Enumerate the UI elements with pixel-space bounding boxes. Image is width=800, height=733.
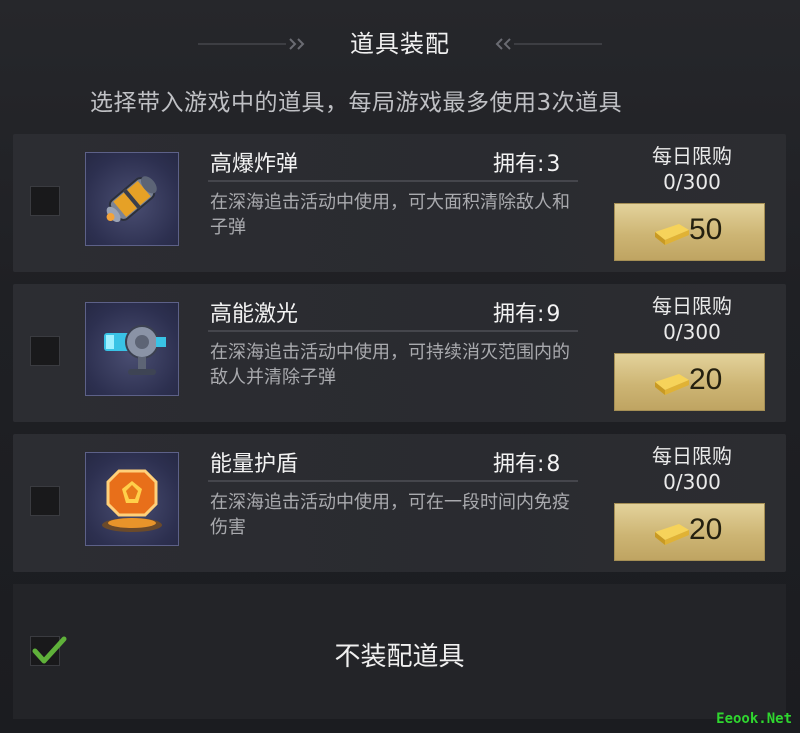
price-value: 20 — [689, 513, 723, 546]
laser-icon — [104, 325, 166, 375]
item-equip-panel: 道具装配 选择带入游戏中的道具，每局游戏最多使用3次道具 高爆炸弹 拥有:3 在… — [0, 0, 800, 733]
item-row-laser: 高能激光 拥有:9 在深海追击活动中使用，可持续消灭范围内的敌人并清除子弹 每日… — [13, 284, 786, 422]
item-checkbox[interactable] — [30, 186, 60, 216]
item-row-bomb: 高爆炸弹 拥有:3 在深海追击活动中使用，可大面积清除敌人和子弹 每日限购 0/… — [13, 134, 786, 272]
divider — [208, 330, 578, 332]
item-icon-frame — [85, 452, 179, 546]
daily-limit-label: 每日限购 — [652, 144, 732, 168]
daily-limit-label: 每日限购 — [652, 294, 732, 318]
daily-limit-count: 0/300 — [663, 470, 721, 494]
item-name: 高能激光 — [210, 302, 299, 327]
item-description: 在深海追击活动中使用，可大面积清除敌人和子弹 — [210, 192, 570, 238]
gold-bar-icon — [655, 524, 689, 545]
owned-value: 9 — [546, 302, 561, 327]
item-icon-frame — [85, 152, 179, 246]
no-item-label: 不装配道具 — [334, 642, 465, 672]
item-checkbox[interactable] — [30, 336, 60, 366]
gold-bar-icon — [655, 374, 689, 395]
panel-header: 道具装配 — [0, 22, 800, 62]
no-item-option[interactable]: 不装配道具 — [13, 584, 786, 719]
daily-limit-count: 0/300 — [663, 170, 721, 194]
owned-value: 8 — [546, 452, 561, 477]
instruction-text: 选择带入游戏中的道具，每局游戏最多使用3次道具 — [90, 90, 623, 116]
price-value: 50 — [689, 213, 723, 246]
price-value: 20 — [689, 363, 723, 396]
shield-icon — [102, 469, 162, 532]
daily-limit-label: 每日限购 — [652, 444, 732, 468]
buy-button[interactable]: 20 — [614, 503, 765, 561]
item-description: 在深海追击活动中使用，可持续消灭范围内的敌人并清除子弹 — [210, 342, 570, 388]
owned-label: 拥有: — [493, 152, 545, 177]
divider — [208, 180, 578, 182]
buy-button[interactable]: 20 — [614, 353, 765, 411]
owned-value: 3 — [546, 152, 561, 177]
owned-count: 拥有:8 — [491, 446, 560, 478]
item-icon-frame — [85, 302, 179, 396]
page-title: 道具装配 — [350, 30, 450, 58]
owned-label: 拥有: — [493, 452, 545, 477]
owned-count: 拥有:9 — [491, 296, 560, 328]
owned-count: 拥有:3 — [491, 146, 560, 178]
owned-label: 拥有: — [493, 302, 545, 327]
gold-bar-icon — [655, 224, 689, 245]
item-checkbox[interactable] — [30, 486, 60, 516]
item-row-shield: 能量护盾 拥有:8 在深海追击活动中使用，可在一段时间内免疫伤害 每日限购 0/… — [13, 434, 786, 572]
daily-limit-count: 0/300 — [663, 320, 721, 344]
bomb-icon — [106, 176, 157, 223]
item-description: 在深海追击活动中使用，可在一段时间内免疫伤害 — [210, 492, 570, 538]
title-right-ornament-icon — [495, 38, 602, 50]
buy-button[interactable]: 50 — [614, 203, 765, 261]
item-name: 能量护盾 — [210, 452, 299, 477]
item-name: 高爆炸弹 — [210, 152, 299, 177]
watermark: Eeook.Net — [716, 711, 792, 727]
divider — [208, 480, 578, 482]
